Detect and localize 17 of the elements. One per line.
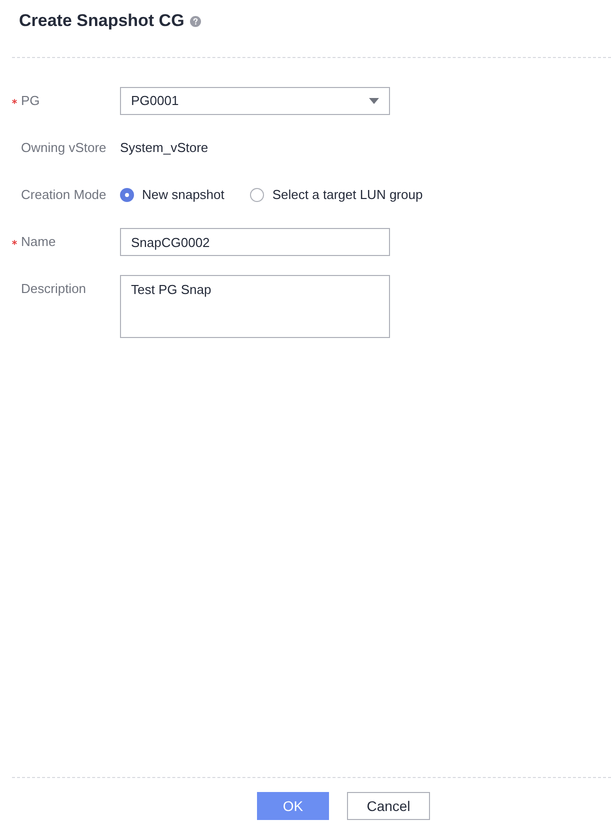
field-value: System_vStore (120, 139, 208, 157)
description-textarea[interactable]: Test PG Snap (120, 275, 390, 338)
radio-selected-icon[interactable] (120, 188, 134, 202)
help-icon[interactable] (190, 16, 202, 26)
cancel-button[interactable]: Cancel (347, 792, 430, 820)
field-label: Owning vStore (21, 139, 106, 158)
field-label: PG (21, 92, 40, 110)
radio-icon[interactable] (250, 188, 264, 202)
field-label: Name (21, 233, 56, 252)
radio-option[interactable]: New snapshot (120, 185, 224, 205)
select-field[interactable]: PG0001 (120, 87, 390, 115)
text-input[interactable]: SnapCG0002 (120, 228, 390, 256)
field-label: Description (21, 280, 86, 298)
field-label: Creation Mode (21, 186, 106, 204)
radio-option[interactable]: Select a target LUN group (250, 185, 423, 205)
caret-down-icon (369, 98, 379, 104)
dialog-title: Create Snapshot CG (19, 10, 184, 32)
